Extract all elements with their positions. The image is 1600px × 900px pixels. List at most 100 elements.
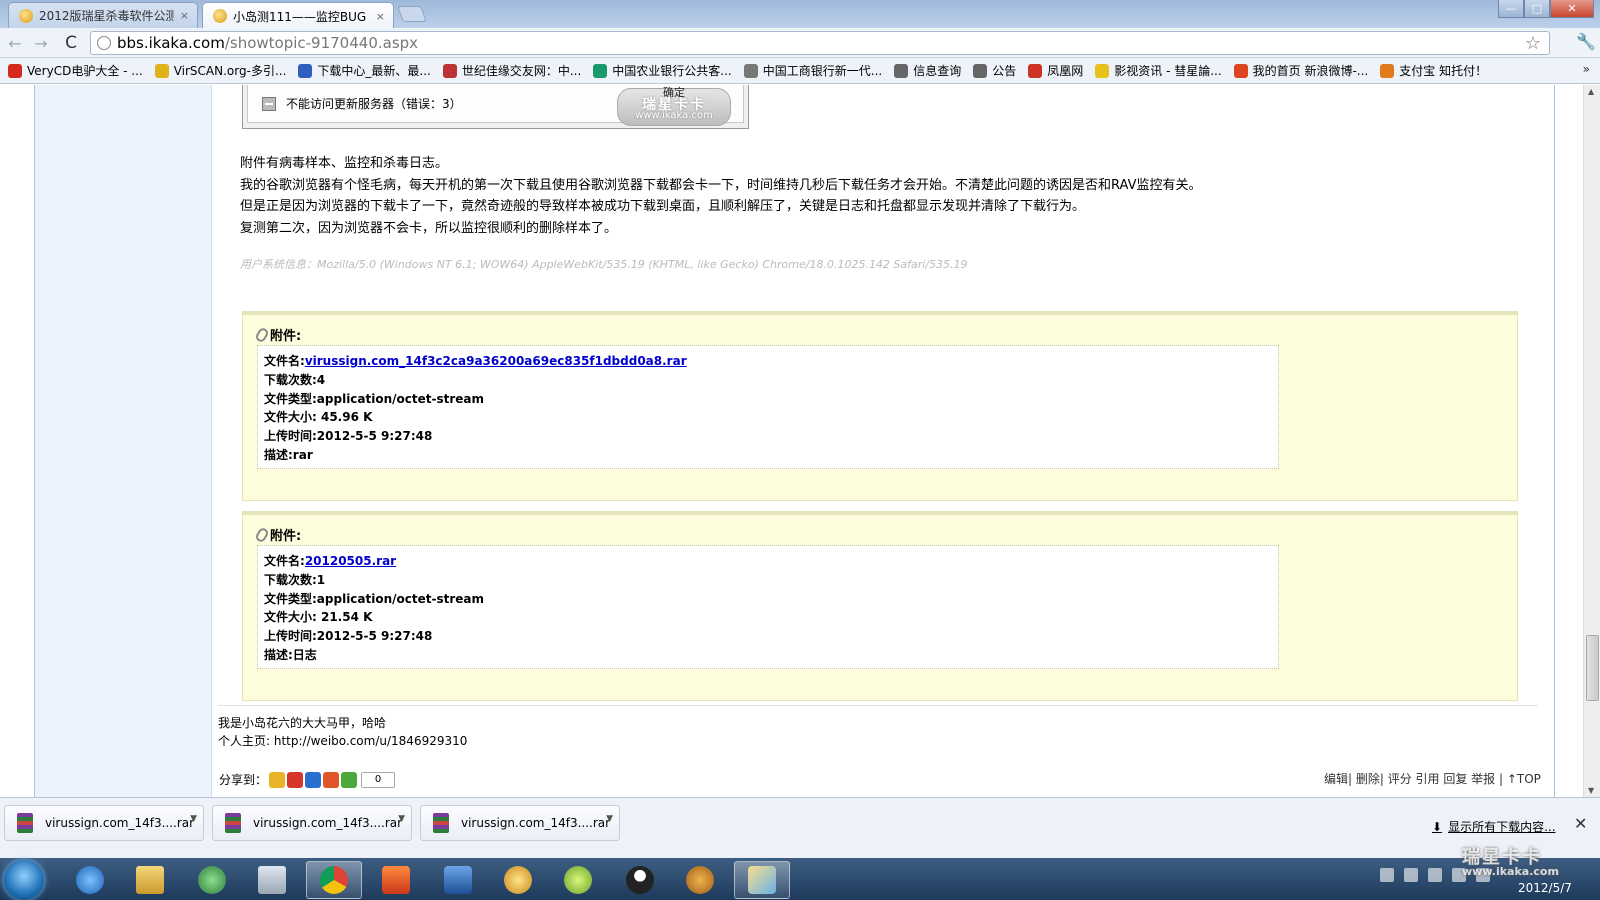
taskbar-explorer[interactable] xyxy=(122,861,178,899)
show-all-label: 显示所有下载内容... xyxy=(1448,820,1556,834)
download-item[interactable]: virussign.com_14f3....rar ▼ xyxy=(4,805,204,841)
attachment-header: 附件: xyxy=(254,525,301,544)
share-count: 0 xyxy=(361,771,396,788)
share-kaixin-icon[interactable] xyxy=(323,771,340,788)
bookmark-item[interactable]: 中国工商银行新一代... xyxy=(743,62,882,79)
tab-close-icon[interactable]: × xyxy=(180,9,189,22)
bookmark-favicon-icon xyxy=(1380,63,1395,78)
share-weibo-icon[interactable] xyxy=(287,771,304,788)
back-arrow-icon[interactable]: ← xyxy=(4,32,26,54)
bookmark-label: 公告 xyxy=(992,64,1017,78)
share-more-icon[interactable] xyxy=(341,771,358,788)
browser-window: 2012版瑞星杀毒软件公测专 × 小岛测111——监控BUG - × — □ ✕… xyxy=(0,0,1600,900)
bookmark-label: 中国农业银行公共客... xyxy=(612,64,732,78)
tab-monitor-bug[interactable]: 小岛测111——监控BUG - × xyxy=(202,2,394,29)
calculator-icon xyxy=(258,866,286,894)
tab-close-icon[interactable]: × xyxy=(376,10,385,23)
download-filename: virussign.com_14f3....rar xyxy=(461,816,611,830)
ie-icon xyxy=(76,866,104,894)
taskbar-ie[interactable] xyxy=(62,861,118,899)
bookmarks-more-icon[interactable]: » xyxy=(1583,62,1590,76)
scroll-down-icon[interactable]: ▼ xyxy=(1588,786,1594,795)
watermark-url: www.ikaka.com xyxy=(1462,865,1559,878)
tray-icon[interactable] xyxy=(1380,868,1394,882)
bookmark-favicon-icon xyxy=(1233,63,1248,78)
post-actions[interactable]: 编辑| 删除| 评分 引用 回复 举报 | ↑TOP xyxy=(1324,770,1541,787)
signature: 我是小岛花六的大大马甲，哈哈 个人主页: http://weibo.com/u/… xyxy=(218,705,1538,750)
address-bar[interactable]: bbs.ikaka.com/showtopic-9170440.aspx ☆ xyxy=(90,31,1550,55)
taskbar-calculator[interactable] xyxy=(244,861,300,899)
dropdown-arrow-icon[interactable]: ▼ xyxy=(606,814,613,824)
taskbar-rising[interactable] xyxy=(490,861,546,899)
close-window-button[interactable]: ✕ xyxy=(1550,0,1594,18)
attachment-header-label: 附件: xyxy=(270,329,302,344)
bookmark-item[interactable]: 凤凰网 xyxy=(1028,62,1083,79)
qq-penguin-icon xyxy=(626,866,654,894)
signature-line: 我是小岛花六的大大马甲，哈哈 xyxy=(218,716,387,730)
bookmark-item[interactable]: 公告 xyxy=(973,62,1016,79)
bookmark-item[interactable]: 中国农业银行公共客... xyxy=(593,62,732,79)
user-system-info: 用户系统信息：Mozilla/5.0 (Windows NT 6.1; WOW6… xyxy=(240,258,968,271)
bookmark-item[interactable]: 下载中心_最新、最... xyxy=(298,62,431,79)
tab-title: 小岛测111——监控BUG - xyxy=(233,9,370,24)
close-shelf-icon[interactable]: ✕ xyxy=(1574,814,1587,833)
taskbar-qq[interactable] xyxy=(612,861,668,899)
taskbar-security[interactable] xyxy=(672,861,728,899)
url-host: bbs.ikaka.com xyxy=(117,34,225,52)
bookmark-item[interactable]: VirSCAN.org-多引... xyxy=(154,62,286,79)
windows-taskbar: 2012/5/7 xyxy=(0,858,1600,900)
maximize-button[interactable]: □ xyxy=(1524,0,1550,18)
dropdown-arrow-icon[interactable]: ▼ xyxy=(190,814,197,824)
download-item[interactable]: virussign.com_14f3....rar ▼ xyxy=(212,805,412,841)
flag-icon[interactable] xyxy=(1404,868,1418,882)
download-filename: virussign.com_14f3....rar xyxy=(253,816,403,830)
new-tab-button[interactable] xyxy=(397,6,427,22)
bookmarks-bar: VeryCD电驴大全 - ... VirSCAN.org-多引... 下载中心_最新… xyxy=(0,58,1600,84)
rar-file-icon xyxy=(225,813,241,833)
attachment-filename-link[interactable]: 20120505.rar xyxy=(305,554,396,568)
reload-icon[interactable]: C xyxy=(60,32,82,54)
bookmark-label: 信息查询 xyxy=(913,64,962,78)
post-line: 我的谷歌浏览器有个怪毛病，每天开机的第一次下载且使用谷歌浏览器下载都会卡一下，时… xyxy=(240,177,1202,193)
minimize-button[interactable]: — xyxy=(1498,0,1524,18)
vertical-scrollbar[interactable]: ▲ ▼ xyxy=(1583,85,1600,797)
bookmark-item[interactable]: 世纪佳缘交友网：中... xyxy=(442,62,581,79)
share-qzone-icon[interactable] xyxy=(269,771,286,788)
taskbar-app2[interactable] xyxy=(550,861,606,899)
attachment-filename-row: 文件名:20120505.rar xyxy=(264,552,1272,571)
taskbar-paint[interactable] xyxy=(734,861,790,899)
paperclip-icon xyxy=(254,325,270,344)
download-item[interactable]: virussign.com_14f3....rar ▼ xyxy=(420,805,620,841)
taskbar-chrome[interactable] xyxy=(306,861,362,899)
taskbar-app[interactable] xyxy=(184,861,240,899)
start-button[interactable] xyxy=(4,860,44,900)
attachment-type: 文件类型:application/octet-stream xyxy=(264,591,485,606)
wrench-icon[interactable]: 🔧 xyxy=(1576,32,1596,51)
bookmark-item[interactable]: VeryCD电驴大全 - ... xyxy=(8,62,143,79)
error-message: 不能访问更新服务器（错误：3） xyxy=(286,97,462,111)
attachment-filename-link[interactable]: virussign.com_14f3c2ca9a36200a69ec835f1d… xyxy=(305,354,687,368)
share-renren-icon[interactable] xyxy=(305,771,322,788)
navigation-toolbar: ← → C bbs.ikaka.com/showtopic-9170440.as… xyxy=(0,28,1600,58)
dropdown-arrow-icon[interactable]: ▼ xyxy=(398,814,405,824)
attachment-block: 附件: 文件名:20120505.rar 下载次数:1 文件类型:applica… xyxy=(242,511,1518,701)
forward-arrow-icon[interactable]: → xyxy=(30,32,52,54)
ok-button: 瑞星卡卡 确定 www.ikaka.com xyxy=(617,85,731,126)
rar-file-icon xyxy=(433,813,449,833)
scroll-up-icon[interactable]: ▲ xyxy=(1588,87,1594,96)
bookmark-item[interactable]: 信息查询 xyxy=(894,62,961,79)
taskbar-firewall[interactable] xyxy=(430,861,486,899)
bookmark-item[interactable]: 影视资讯 - 彗星論... xyxy=(1095,62,1222,79)
tab-rising-beta[interactable]: 2012版瑞星杀毒软件公测专 × xyxy=(8,2,198,28)
ok-label: 确定 xyxy=(663,85,685,99)
bookmark-item[interactable]: 支付宝 知托付！ xyxy=(1380,62,1487,79)
taskbar-office[interactable] xyxy=(368,861,424,899)
shield-icon[interactable] xyxy=(1428,868,1442,882)
attachment-uploaded: 上传时间:2012-5-5 9:27:48 xyxy=(264,429,433,444)
office-icon xyxy=(382,866,410,894)
attachment-size: 文件大小: 21.54 K xyxy=(264,610,373,625)
bookmark-star-icon[interactable]: ☆ xyxy=(1525,33,1541,54)
bookmark-item[interactable]: 我的首页 新浪微博-... xyxy=(1233,62,1368,79)
show-all-downloads-link[interactable]: ⬇ 显示所有下载内容... xyxy=(1432,818,1556,835)
scroll-thumb[interactable] xyxy=(1586,635,1599,701)
